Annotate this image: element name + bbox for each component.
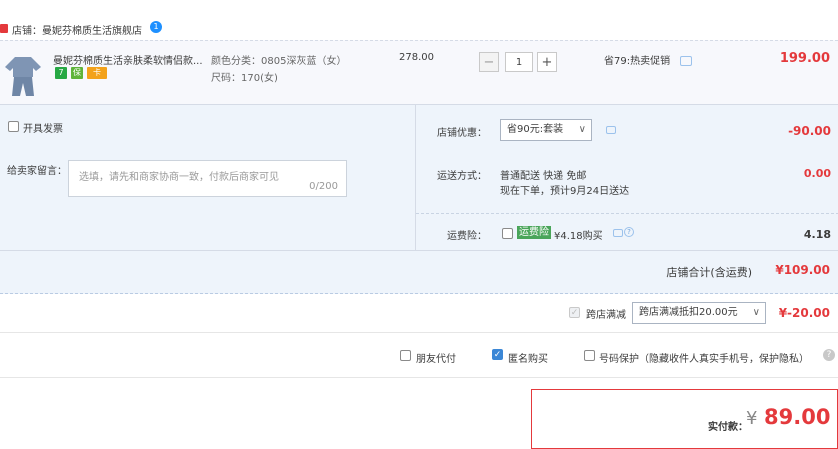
divider — [416, 213, 838, 214]
cross-store-row: ✓ 跨店满减 跨店满减抵扣20.00元 ∨ ¥-20.00 — [0, 292, 838, 333]
seven-day-return-icon: 7 — [55, 67, 67, 79]
insurance-info-icon[interactable] — [613, 229, 623, 237]
divider — [0, 250, 838, 251]
order-panel: 开具发票 给卖家留言： 选填，请先和商家协商一致，付款后商家可见 0/200 店… — [0, 104, 838, 294]
options-row: 朋友代付 ✓ 匿名购买 号码保护（隐藏收件人真实手机号，保护隐私） ? — [0, 333, 838, 378]
shop-name-link[interactable]: 店铺：曼妮芬棉质生活旗舰店 — [12, 22, 142, 37]
freight-insurance-label: 运费险： — [447, 231, 487, 242]
shop-icon — [0, 24, 8, 33]
number-protect-label: 号码保护（隐藏收件人真实手机号，保护隐私） — [599, 354, 809, 365]
spec-size: 尺码：170(女) — [211, 73, 278, 84]
cross-store-checkbox[interactable]: ✓ — [569, 307, 580, 318]
invoice-label: 开具发票 — [23, 124, 63, 135]
chevron-down-icon: ∨ — [752, 307, 760, 318]
seller-message-input[interactable]: 选填，请先和商家协商一致，付款后商家可见 0/200 — [68, 160, 347, 197]
promo-text: 省79:热卖促销 — [604, 56, 671, 67]
quantity-increase-button[interactable]: + — [537, 52, 557, 72]
anonymous-checkbox[interactable]: ✓ — [492, 349, 503, 360]
freight-insurance-amount: 4.18 — [803, 228, 831, 241]
quantity-decrease-button[interactable]: − — [479, 52, 499, 72]
wangwang-chat-icon[interactable]: 1 — [150, 21, 162, 33]
anonymous-label: 匿名购买 — [508, 354, 548, 365]
cross-store-select[interactable]: 跨店满减抵扣20.00元 ∨ — [632, 302, 766, 324]
store-discount-value: 省90元:套装 — [507, 124, 564, 135]
message-label: 给卖家留言： — [7, 166, 67, 177]
payment-label: 实付款： — [708, 422, 748, 433]
number-protect-checkbox[interactable] — [584, 350, 595, 361]
message-counter: 0/200 — [309, 181, 338, 192]
chevron-down-icon: ∨ — [578, 124, 586, 135]
product-thumbnail[interactable] — [3, 55, 43, 97]
shipping-eta: 现在下单，预计9月24日送达 — [500, 186, 630, 197]
shipping-label: 运送方式： — [437, 171, 487, 182]
shipping-amount: 0.00 — [803, 167, 831, 180]
promo-info-icon[interactable] — [680, 56, 692, 66]
payment-box: 实付款： ¥ 89.00 — [531, 389, 838, 449]
shop-header: 店铺：曼妮芬棉质生活旗舰店 1 — [0, 0, 838, 40]
cart-item-row: 曼妮芬棉质生活亲肤柔软情侣款... 7 保 卡 颜色分类：0805深灰蓝（女） … — [0, 40, 838, 105]
freight-insurance-tag: 运费险 — [517, 226, 551, 239]
invoice-checkbox[interactable] — [8, 121, 19, 132]
freight-insurance-price: ¥4.18购买 — [554, 231, 603, 242]
friend-pay-checkbox[interactable] — [400, 350, 411, 361]
shop-total-amount: ¥109.00 — [775, 263, 830, 277]
discount-info-icon[interactable] — [606, 126, 616, 134]
spec-color: 颜色分类：0805深灰蓝（女） — [211, 56, 347, 67]
help-icon[interactable]: ? — [823, 349, 835, 361]
cross-store-label: 跨店满减 — [586, 310, 626, 321]
product-title-link[interactable]: 曼妮芬棉质生活亲肤柔软情侣款... — [53, 52, 211, 67]
item-subtotal: 199.00 — [779, 51, 830, 66]
store-discount-label: 店铺优惠： — [437, 128, 487, 139]
guarantee-icon: 保 — [71, 67, 83, 79]
cross-store-amount: ¥-20.00 — [778, 306, 830, 320]
panel-left: 开具发票 给卖家留言： 选填，请先和商家协商一致，付款后商家可见 0/200 — [0, 105, 413, 250]
shop-total-label: 店铺合计(含运费) — [666, 266, 752, 279]
credit-card-icon: 卡 — [87, 67, 107, 79]
quantity-input[interactable]: 1 — [505, 52, 533, 72]
cross-store-value: 跨店满减抵扣20.00元 — [639, 307, 738, 318]
freight-insurance-checkbox[interactable] — [502, 228, 513, 239]
shipping-method: 普通配送 快递 免邮 — [500, 171, 587, 182]
currency-symbol: ¥ — [746, 408, 758, 429]
friend-pay-label: 朋友代付 — [416, 354, 456, 365]
unit-price: 278.00 — [399, 52, 434, 63]
payment-amount: 89.00 — [764, 405, 831, 429]
store-discount-select[interactable]: 省90元:套装 ∨ — [500, 119, 592, 141]
help-circle-icon[interactable]: ? — [624, 227, 634, 237]
message-placeholder: 选填，请先和商家协商一致，付款后商家可见 — [79, 172, 279, 183]
panel-right: 店铺优惠： 省90元:套装 ∨ -90.00 运送方式： 普通配送 快递 免邮 … — [415, 105, 838, 250]
store-discount-amount: -90.00 — [788, 124, 831, 138]
